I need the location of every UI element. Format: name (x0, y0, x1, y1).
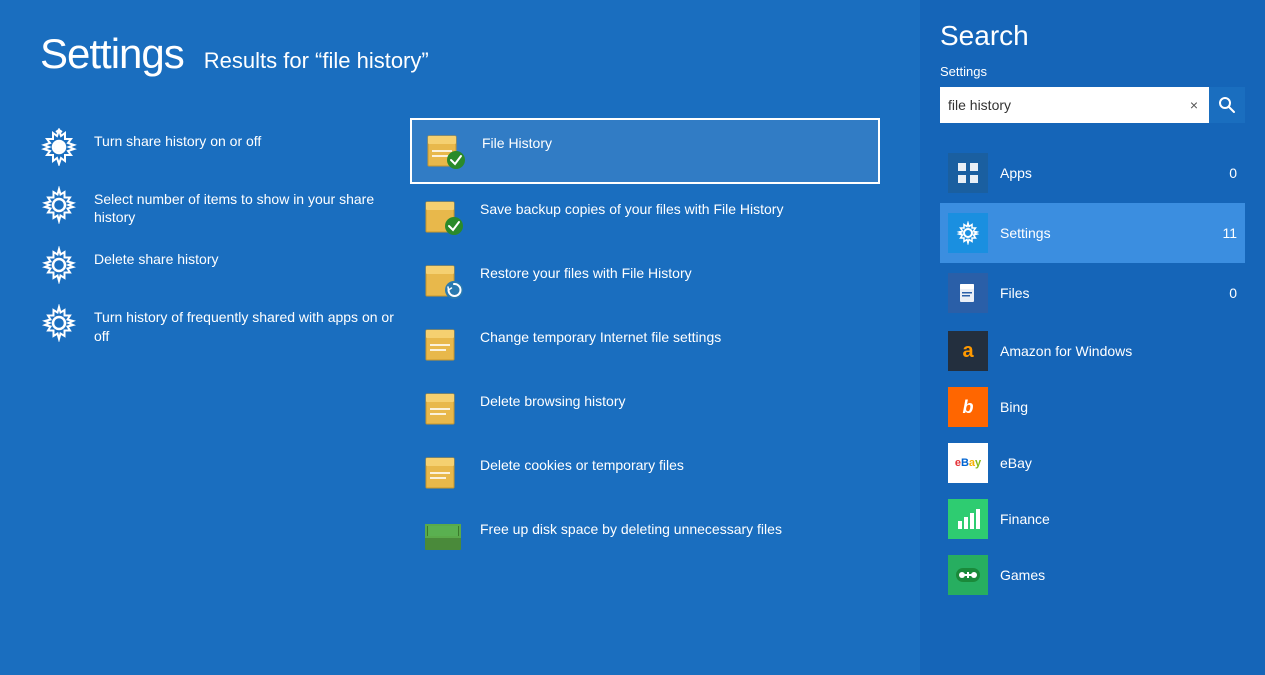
finance-label: Finance (1000, 511, 1050, 527)
right-item-label-file-history: File History (482, 130, 552, 152)
app-item-games[interactable]: Games (940, 547, 1245, 603)
app-item-amazon[interactable]: a Amazon for Windows (940, 323, 1245, 379)
left-item-label-delete-share: Delete share history (94, 246, 219, 268)
apps-label: Apps (1000, 165, 1217, 181)
left-item-label-select-number: Select number of items to show in your s… (94, 186, 410, 226)
app-item-bing[interactable]: b Bing (940, 379, 1245, 435)
magnifier-icon (1218, 96, 1236, 114)
files-label: Files (1000, 285, 1217, 301)
files-icon (948, 273, 988, 313)
ebay-icon: eBay (948, 443, 988, 483)
left-column: Turn share history on or off Select numb… (40, 118, 410, 570)
free-disk-icon (422, 516, 464, 558)
right-item-free-disk[interactable]: Free up disk space by deleting unnecessa… (410, 506, 880, 568)
page-header: Settings Results for “file history” (40, 30, 880, 78)
right-item-label-restore-files: Restore your files with File History (480, 260, 692, 282)
ebay-label: eBay (1000, 455, 1032, 471)
files-count: 0 (1229, 285, 1237, 301)
app-item-finance[interactable]: Finance (940, 491, 1245, 547)
category-settings[interactable]: Settings 11 (940, 203, 1245, 263)
restore-files-icon (422, 260, 464, 302)
amazon-label: Amazon for Windows (1000, 343, 1132, 359)
games-icon (948, 555, 988, 595)
right-item-file-history[interactable]: File History (410, 118, 880, 184)
right-item-label-change-temp: Change temporary Internet file settings (480, 324, 721, 346)
right-item-delete-browsing[interactable]: Delete browsing history (410, 378, 880, 440)
gear-icon (40, 128, 78, 166)
left-item-delete-share-history[interactable]: Delete share history (40, 236, 410, 294)
right-item-label-delete-browsing: Delete browsing history (480, 388, 626, 410)
gear-icon-2 (40, 186, 78, 224)
clear-icon: × (1190, 97, 1198, 113)
search-scope-label: Settings (940, 64, 1245, 79)
app-item-ebay[interactable]: eBay eBay (940, 435, 1245, 491)
right-item-delete-cookies[interactable]: Delete cookies or temporary files (410, 442, 880, 504)
left-item-label-turn-history-freq: Turn history of frequently shared with a… (94, 304, 410, 344)
right-column: File History Save backup copies of your … (410, 118, 880, 570)
bing-label: Bing (1000, 399, 1028, 415)
category-apps[interactable]: Apps 0 (940, 143, 1245, 203)
search-clear-button[interactable]: × (1179, 87, 1209, 123)
category-files[interactable]: Files 0 (940, 263, 1245, 323)
gear-icon-3 (40, 246, 78, 284)
search-panel: Search Settings × Apps 0 (920, 0, 1265, 675)
gear-icon-4 (40, 304, 78, 342)
settings-count: 11 (1222, 225, 1237, 241)
delete-browsing-icon (422, 388, 464, 430)
right-item-change-temp[interactable]: Change temporary Internet file settings (410, 314, 880, 376)
page-title: Settings (40, 30, 184, 78)
right-item-label-delete-cookies: Delete cookies or temporary files (480, 452, 684, 474)
search-input[interactable] (940, 87, 1179, 123)
save-backup-icon (422, 196, 464, 238)
search-go-button[interactable] (1209, 87, 1245, 123)
left-item-select-number[interactable]: Select number of items to show in your s… (40, 176, 410, 236)
right-item-label-free-disk: Free up disk space by deleting unnecessa… (480, 516, 782, 538)
delete-cookies-icon (422, 452, 464, 494)
right-item-save-backup[interactable]: Save backup copies of your files with Fi… (410, 186, 880, 248)
search-panel-title: Search (940, 20, 1245, 52)
apps-count: 0 (1229, 165, 1237, 181)
finance-icon (948, 499, 988, 539)
apps-icon (948, 153, 988, 193)
left-item-turn-share-history[interactable]: Turn share history on or off (40, 118, 410, 176)
settings-icon (948, 213, 988, 253)
results-subtitle: Results for “file history” (204, 48, 429, 74)
search-box: × (940, 87, 1245, 123)
amazon-icon: a (948, 331, 988, 371)
bing-icon: b (948, 387, 988, 427)
change-temp-icon (422, 324, 464, 366)
file-history-icon (424, 130, 466, 172)
games-label: Games (1000, 567, 1045, 583)
left-panel: Settings Results for “file history” Turn… (0, 0, 920, 675)
left-item-label-turn-share-history: Turn share history on or off (94, 128, 261, 150)
right-item-restore-files[interactable]: Restore your files with File History (410, 250, 880, 312)
left-item-turn-history-frequently[interactable]: Turn history of frequently shared with a… (40, 294, 410, 354)
content-area: Turn share history on or off Select numb… (40, 118, 880, 570)
settings-label: Settings (1000, 225, 1210, 241)
right-item-label-save-backup: Save backup copies of your files with Fi… (480, 196, 783, 218)
